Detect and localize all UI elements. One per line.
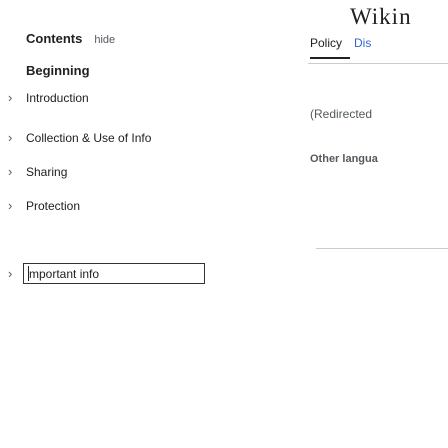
toc-item-label[interactable]: mportant info (29, 264, 99, 284)
toc-item-label[interactable]: Collection & Use of Info (26, 128, 151, 148)
chevron-right-icon[interactable]: › (8, 196, 18, 216)
chevron-right-icon[interactable]: › (8, 162, 18, 182)
toc-item-label[interactable]: Beginning (26, 61, 90, 81)
chevron-right-icon[interactable]: › (8, 264, 18, 284)
tab-discussion[interactable]: Dis (354, 36, 371, 50)
chevron-right-icon[interactable]: › (8, 88, 18, 108)
chevron-right-icon[interactable]: › (8, 128, 18, 148)
toc-item-label[interactable]: Sharing (26, 162, 67, 182)
toc-item-label[interactable]: Protection (26, 196, 80, 216)
tab-policy[interactable]: Policy (310, 36, 342, 50)
toc-title: Contents (26, 31, 83, 46)
divider (316, 248, 448, 249)
toc-header: Contents hide (26, 31, 115, 46)
toc-item-label[interactable]: Introduction (26, 88, 89, 108)
page-header-area: Wikin Policy Dis (Redirected Other langu… (308, 0, 448, 448)
active-tab-indicator (310, 57, 350, 59)
other-languages-heading: Other langua (310, 153, 378, 165)
toc-hide-button[interactable]: hide (94, 34, 115, 46)
site-wordmark[interactable]: Wikin (350, 4, 412, 30)
redirect-notice: (Redirected (310, 107, 373, 121)
table-of-contents: Contents hide Beginning › Introduction ›… (0, 0, 290, 448)
page-tabs: Policy Dis (308, 30, 448, 64)
